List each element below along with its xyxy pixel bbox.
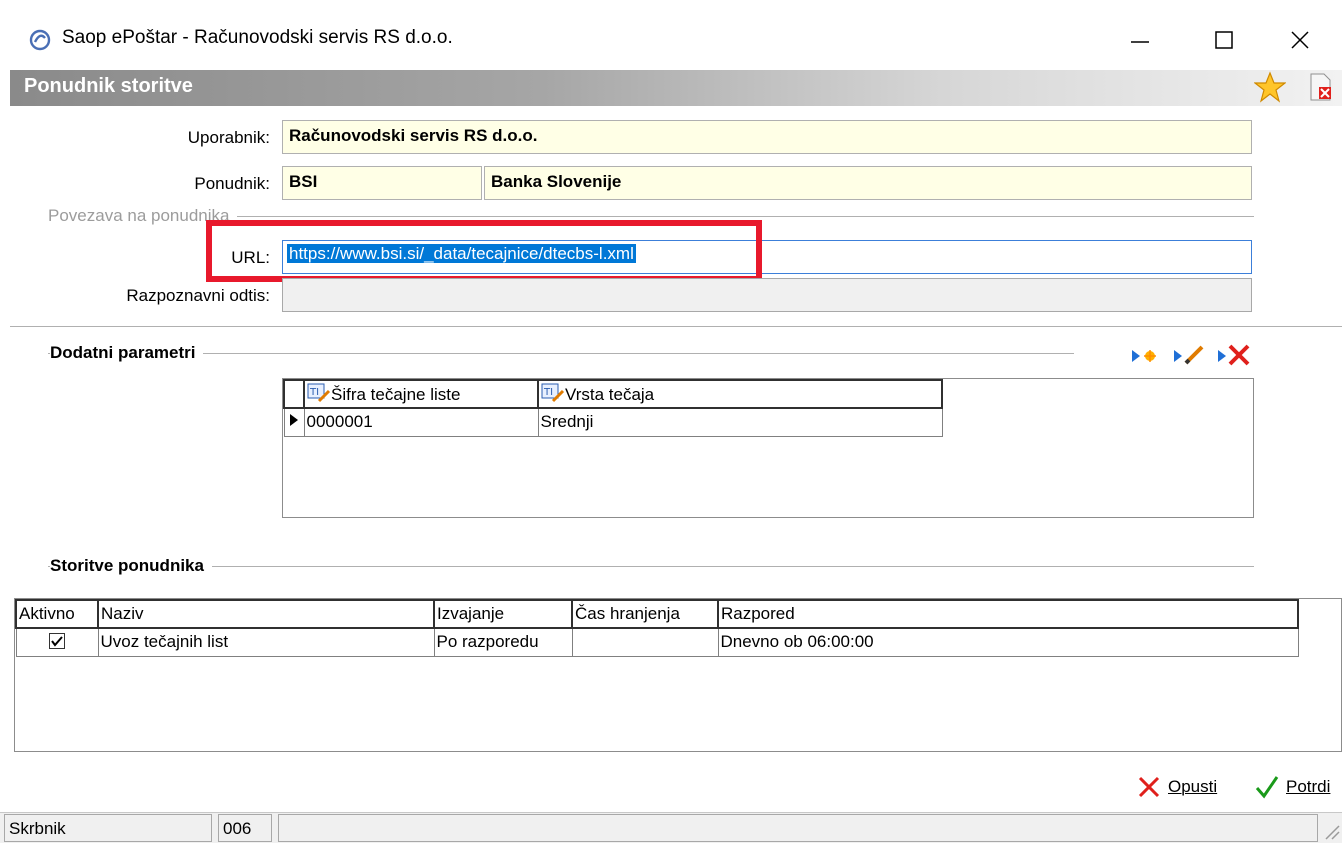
- text-type-icon: TI: [541, 383, 565, 403]
- app-logo-icon: [29, 29, 51, 51]
- minimize-button[interactable]: [1098, 14, 1182, 66]
- params-header-code[interactable]: TI Šifra tečajne liste: [303, 379, 539, 409]
- fingerprint-label: Razpoznavni odtis:: [126, 286, 270, 305]
- window-title: Saop ePoštar - Računovodski servis RS d.…: [62, 27, 453, 48]
- params-header-type[interactable]: TI Vrsta tečaja: [537, 379, 943, 409]
- user-field[interactable]: Računovodski servis RS d.o.o.: [282, 120, 1252, 154]
- active-checkbox[interactable]: [49, 633, 65, 650]
- services-grid[interactable]: Aktivno Naziv Izvajanje Čas hranjenja Ra…: [14, 598, 1342, 752]
- services-cell-execution[interactable]: Po razporedu: [433, 627, 573, 657]
- table-row[interactable]: Uvoz tečajnih list Po razporedu Dnevno o…: [15, 627, 1299, 657]
- svg-text:TI: TI: [543, 387, 553, 398]
- minimize-icon: [1131, 41, 1149, 43]
- delete-row-icon[interactable]: [1216, 344, 1250, 366]
- close-document-icon[interactable]: [1308, 72, 1334, 102]
- params-grid[interactable]: TI Šifra tečajne liste TI Vrsta tečaja 000…: [282, 378, 1254, 518]
- cancel-x-icon: [1138, 776, 1160, 798]
- page-title: Ponudnik storitve: [24, 75, 193, 97]
- confirm-label: Potrdi: [1286, 777, 1331, 796]
- row-indicator: [283, 407, 305, 437]
- cancel-button[interactable]: Opusti: [1136, 770, 1217, 804]
- services-header-retention[interactable]: Čas hranjenja: [571, 599, 719, 629]
- maximize-button[interactable]: [1182, 14, 1266, 66]
- maximize-icon: [1215, 31, 1233, 49]
- provider-label: Ponudnik:: [194, 174, 270, 193]
- confirm-check-icon: [1255, 776, 1279, 799]
- form-divider: [10, 326, 1342, 327]
- params-cell-type[interactable]: Srednji: [537, 407, 943, 437]
- confirm-button[interactable]: Potrdi: [1254, 770, 1330, 804]
- services-header-execution[interactable]: Izvajanje: [433, 599, 573, 629]
- resize-grip-icon[interactable]: [1322, 822, 1340, 840]
- provider-code-field[interactable]: BSI: [282, 166, 482, 200]
- status-empty-panel: [278, 814, 1318, 842]
- services-cell-name[interactable]: Uvoz tečajnih list: [97, 627, 435, 657]
- params-title: Dodatni parametri: [50, 343, 204, 363]
- add-row-icon[interactable]: [1130, 346, 1160, 366]
- services-header-name[interactable]: Naziv: [97, 599, 435, 629]
- status-code: 006: [218, 814, 272, 842]
- close-button[interactable]: [1258, 14, 1342, 66]
- text-type-icon: TI: [307, 383, 331, 403]
- highlight-box: [206, 220, 762, 282]
- services-cell-schedule[interactable]: Dnevno ob 06:00:00: [717, 627, 1299, 657]
- row-pointer-icon: [289, 414, 298, 427]
- section-header: Ponudnik storitve: [10, 70, 1342, 106]
- close-icon: [1291, 31, 1309, 49]
- svg-text:TI: TI: [309, 387, 319, 398]
- edit-row-icon[interactable]: [1172, 344, 1206, 366]
- checkmark-icon: [51, 636, 63, 647]
- favorite-star-icon[interactable]: [1254, 71, 1286, 103]
- title-bar: Saop ePoštar - Računovodski servis RS d.…: [0, 0, 1342, 70]
- provider-name-field[interactable]: Banka Slovenije: [484, 166, 1252, 200]
- services-separator: [48, 566, 1254, 567]
- status-user: Skrbnik: [4, 814, 212, 842]
- services-header-schedule[interactable]: Razpored: [717, 599, 1299, 629]
- services-cell-retention[interactable]: [571, 627, 719, 657]
- services-cell-active[interactable]: [15, 627, 99, 657]
- services-title: Storitve ponudnika: [50, 556, 212, 576]
- table-row[interactable]: 0000001 Srednji: [283, 407, 943, 437]
- params-cell-code[interactable]: 0000001: [303, 407, 539, 437]
- fingerprint-field: [282, 278, 1252, 312]
- params-indicator-header: [283, 379, 305, 409]
- user-label: Uporabnik:: [187, 128, 270, 147]
- cancel-label: Opusti: [1168, 777, 1218, 796]
- services-header-active[interactable]: Aktivno: [15, 599, 99, 629]
